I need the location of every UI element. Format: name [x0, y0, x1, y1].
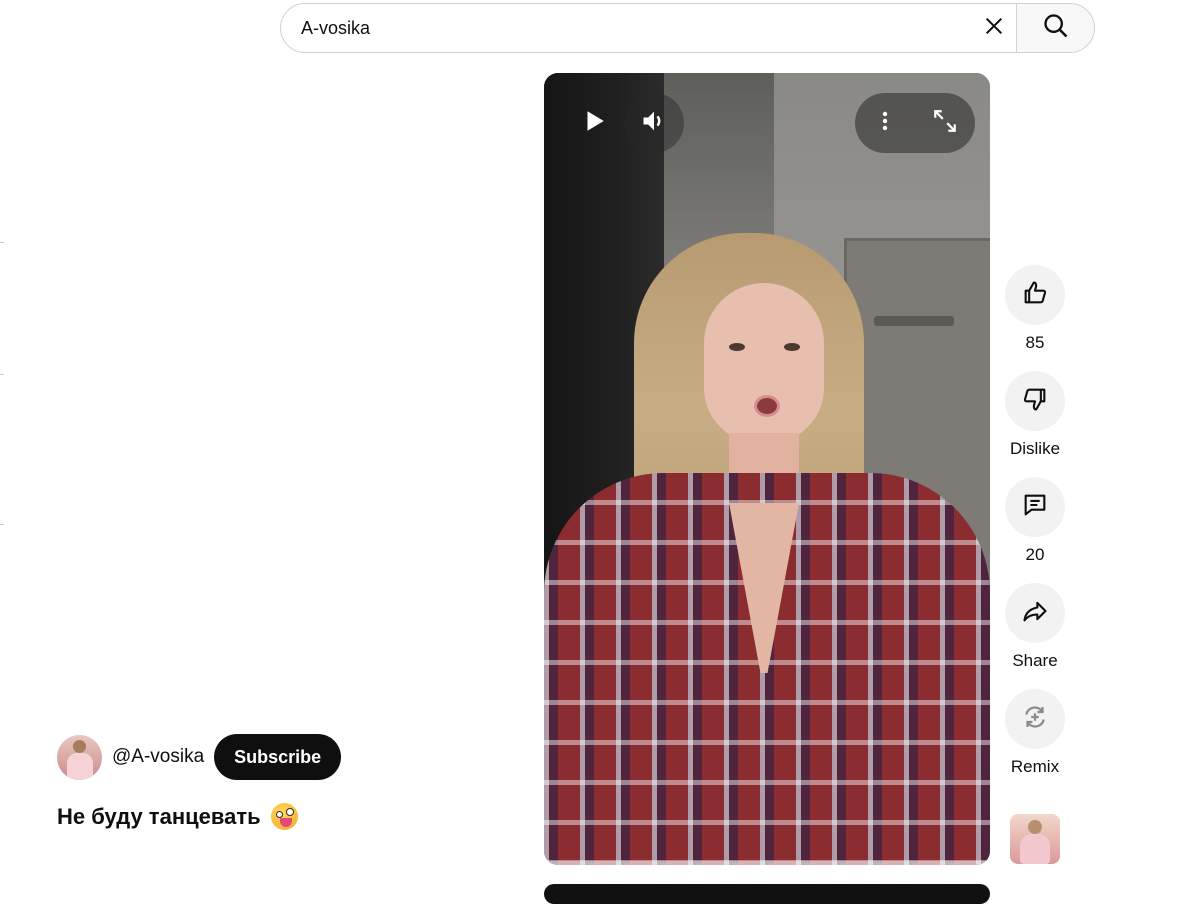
- volume-icon: [640, 107, 668, 140]
- like-count: 85: [1025, 333, 1045, 352]
- fullscreen-button[interactable]: [915, 93, 975, 153]
- next-video-preview[interactable]: [544, 884, 990, 904]
- video-person-eye: [784, 343, 800, 351]
- share-button[interactable]: [1005, 583, 1065, 643]
- volume-button[interactable]: [624, 93, 684, 153]
- thumb-up-icon: [1021, 279, 1049, 312]
- comments-action: 20: [1005, 477, 1065, 565]
- search-input[interactable]: [281, 4, 972, 52]
- zany-face-emoji-icon: [270, 803, 298, 830]
- close-icon: [983, 15, 1005, 42]
- short-video-player[interactable]: [544, 73, 990, 865]
- fullscreen-icon: [932, 108, 958, 139]
- progress-bar[interactable]: [544, 861, 990, 865]
- video-title: Не буду танцевать: [57, 803, 261, 829]
- share-action: Share: [1005, 583, 1065, 671]
- remix-label: Remix: [1010, 757, 1060, 776]
- play-button[interactable]: [564, 93, 624, 153]
- thumb-down-icon: [1021, 385, 1049, 418]
- clear-search-button[interactable]: [972, 4, 1016, 52]
- sound-thumbnail-dress: [1020, 834, 1050, 864]
- channel-handle[interactable]: @A-vosika: [112, 746, 204, 768]
- video-title-row: Не буду танцевать: [57, 803, 298, 830]
- video-person-mouth: [754, 395, 780, 417]
- dislike-action: Dislike: [1005, 371, 1065, 459]
- sound-thumbnail-figure: [1028, 820, 1042, 834]
- search-button[interactable]: [1016, 4, 1094, 52]
- video-background-hook: [874, 316, 954, 326]
- more-vert-icon: [873, 109, 897, 138]
- comments-count: 20: [1025, 545, 1045, 564]
- dislike-button[interactable]: [1005, 371, 1065, 431]
- comments-button[interactable]: [1005, 477, 1065, 537]
- video-person-face: [704, 283, 824, 443]
- avatar-figure: [73, 739, 86, 753]
- dislike-label: Dislike: [1009, 439, 1061, 458]
- channel-row: @A-vosika Subscribe: [57, 734, 342, 780]
- like-action: 85: [1005, 265, 1065, 353]
- avatar-dress: [67, 752, 93, 780]
- channel-avatar[interactable]: [57, 734, 102, 780]
- share-label: Share: [1012, 651, 1058, 670]
- remix-button[interactable]: [1005, 689, 1065, 749]
- action-bar: 85 Dislike 20 Share Remix: [1004, 265, 1066, 795]
- play-icon: [581, 108, 607, 139]
- sound-thumbnail[interactable]: [1010, 814, 1060, 864]
- player-controls-right: [855, 93, 975, 153]
- comment-icon: [1021, 491, 1049, 524]
- remix-icon: [1020, 702, 1050, 737]
- search-icon: [1042, 12, 1070, 45]
- share-icon: [1021, 597, 1049, 630]
- remix-action: Remix: [1005, 689, 1065, 777]
- subscribe-button[interactable]: Subscribe: [214, 734, 342, 780]
- search-bar: [280, 3, 1095, 53]
- like-button[interactable]: [1005, 265, 1065, 325]
- video-person-eye: [729, 343, 745, 351]
- player-controls-left: [564, 93, 694, 153]
- more-options-button[interactable]: [855, 93, 915, 153]
